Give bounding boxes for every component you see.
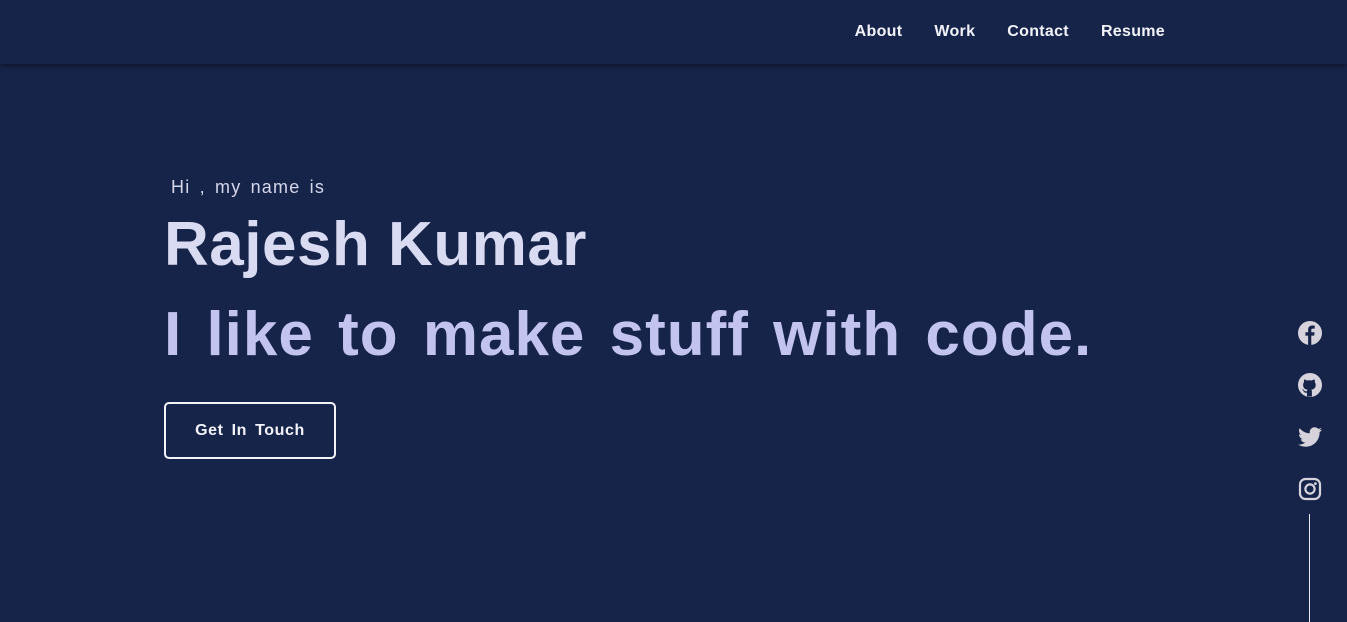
instagram-icon[interactable] (1297, 476, 1323, 502)
nav-links: About Work Contact Resume (855, 0, 1165, 64)
navbar: About Work Contact Resume (0, 0, 1347, 64)
get-in-touch-button[interactable]: Get In Touch (164, 402, 336, 459)
github-icon[interactable] (1297, 372, 1323, 398)
twitter-icon[interactable] (1297, 424, 1323, 450)
hero-tagline: I like to make stuff with code. (164, 300, 1093, 369)
nav-link-work[interactable]: Work (934, 23, 975, 41)
hero-greeting: Hi , my name is (171, 177, 326, 197)
social-links (1296, 320, 1324, 502)
nav-link-about[interactable]: About (855, 23, 903, 41)
hero-name: Rajesh Kumar (164, 210, 587, 279)
facebook-icon[interactable] (1297, 320, 1323, 346)
nav-link-contact[interactable]: Contact (1007, 23, 1069, 41)
nav-link-resume[interactable]: Resume (1101, 23, 1165, 41)
social-divider-line (1309, 514, 1310, 622)
page: About Work Contact Resume Hi , my name i… (0, 0, 1347, 622)
hero-section: Hi , my name is Rajesh Kumar I like to m… (164, 172, 1092, 459)
